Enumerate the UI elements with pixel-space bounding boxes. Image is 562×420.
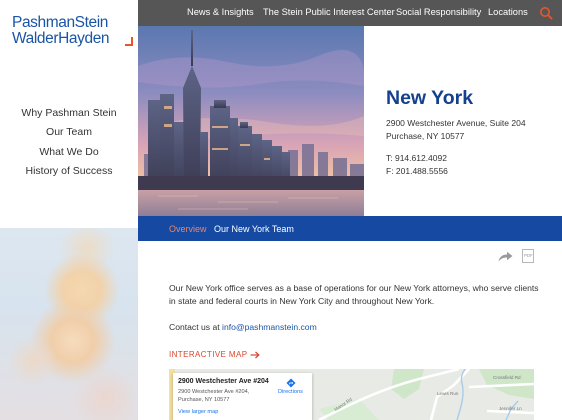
- view-larger-map-link[interactable]: View larger map: [178, 409, 218, 415]
- sidebar-item-why-pashman-stein[interactable]: Why Pashman Stein: [0, 104, 138, 123]
- embedded-map[interactable]: Manor Rd Crossfield Rd Lewis Run Jennife…: [169, 369, 534, 420]
- tab-our-new-york-team[interactable]: Our New York Team: [214, 224, 294, 234]
- interactive-map-link[interactable]: INTERACTIVE MAP: [169, 350, 261, 359]
- new-york-skyline-photo: [138, 26, 364, 216]
- firm-logo[interactable]: PashmanStein WalderHayden: [12, 14, 133, 49]
- skyline-illustration: [138, 26, 364, 216]
- topnav-news-insights[interactable]: News & Insights: [187, 7, 254, 17]
- office-intro-text: Our New York office serves as a base of …: [169, 283, 539, 307]
- map-card-title: 2900 Westchester Ave #204: [178, 378, 269, 385]
- map-label-jennifer: Jennifer Ln: [499, 406, 522, 411]
- contact-line: Contact us at info@pashmanstein.com: [169, 322, 317, 332]
- map-card-address-line-1: 2900 Westchester Ave #204,: [178, 389, 250, 395]
- contact-prefix: Contact us at: [169, 322, 223, 332]
- contact-email-link[interactable]: info@pashmanstein.com: [222, 322, 317, 332]
- topnav-stein-public-interest-center[interactable]: The Stein Public Interest Center: [263, 7, 395, 17]
- office-address-line-1: 2900 Westchester Avenue, Suite 204: [386, 118, 526, 128]
- share-icon[interactable]: [498, 251, 513, 262]
- interactive-map-label: INTERACTIVE MAP: [169, 350, 248, 359]
- office-fax: F: 201.488.5556: [386, 166, 448, 176]
- sidebar-decorative-photo: [0, 228, 138, 420]
- logo-corner-mark: [125, 37, 133, 46]
- sidebar-item-what-we-do[interactable]: What We Do: [0, 143, 138, 162]
- tab-overview[interactable]: Overview: [169, 224, 207, 234]
- pdf-icon[interactable]: PDF: [522, 249, 534, 263]
- map-card-address-line-2: Purchase, NY 10577: [178, 397, 230, 403]
- office-address-line-2: Purchase, NY 10577: [386, 131, 465, 141]
- map-label-crossfield: Crossfield Rd: [493, 375, 521, 380]
- office-tab-bar: Overview Our New York Team: [138, 216, 562, 241]
- topnav-social-responsibility[interactable]: Social Responsibility: [396, 7, 481, 17]
- search-icon[interactable]: [539, 6, 553, 20]
- arrow-right-icon: [250, 351, 261, 359]
- map-info-card: 2900 Westchester Ave #204 2900 Westchest…: [173, 373, 312, 420]
- office-info-panel: New York 2900 Westchester Avenue, Suite …: [364, 26, 562, 216]
- logo-line-1: PashmanStein: [12, 14, 109, 31]
- top-navigation: News & Insights The Stein Public Interes…: [138, 0, 562, 26]
- sidebar: PashmanStein WalderHayden Why Pashman St…: [0, 0, 138, 420]
- topnav-locations[interactable]: Locations: [488, 7, 528, 17]
- sidebar-nav: Why Pashman Stein Our Team What We Do Hi…: [0, 104, 138, 181]
- sidebar-item-history-of-success[interactable]: History of Success: [0, 162, 138, 181]
- office-title: New York: [386, 87, 474, 109]
- logo-line-2: WalderHayden: [12, 30, 110, 47]
- map-label-lewis: Lewis Run: [437, 391, 459, 396]
- sidebar-item-our-team[interactable]: Our Team: [0, 123, 138, 142]
- directions-icon[interactable]: [286, 378, 296, 388]
- office-phone[interactable]: T: 914.612.4092: [386, 153, 447, 163]
- directions-link[interactable]: Directions: [278, 389, 303, 395]
